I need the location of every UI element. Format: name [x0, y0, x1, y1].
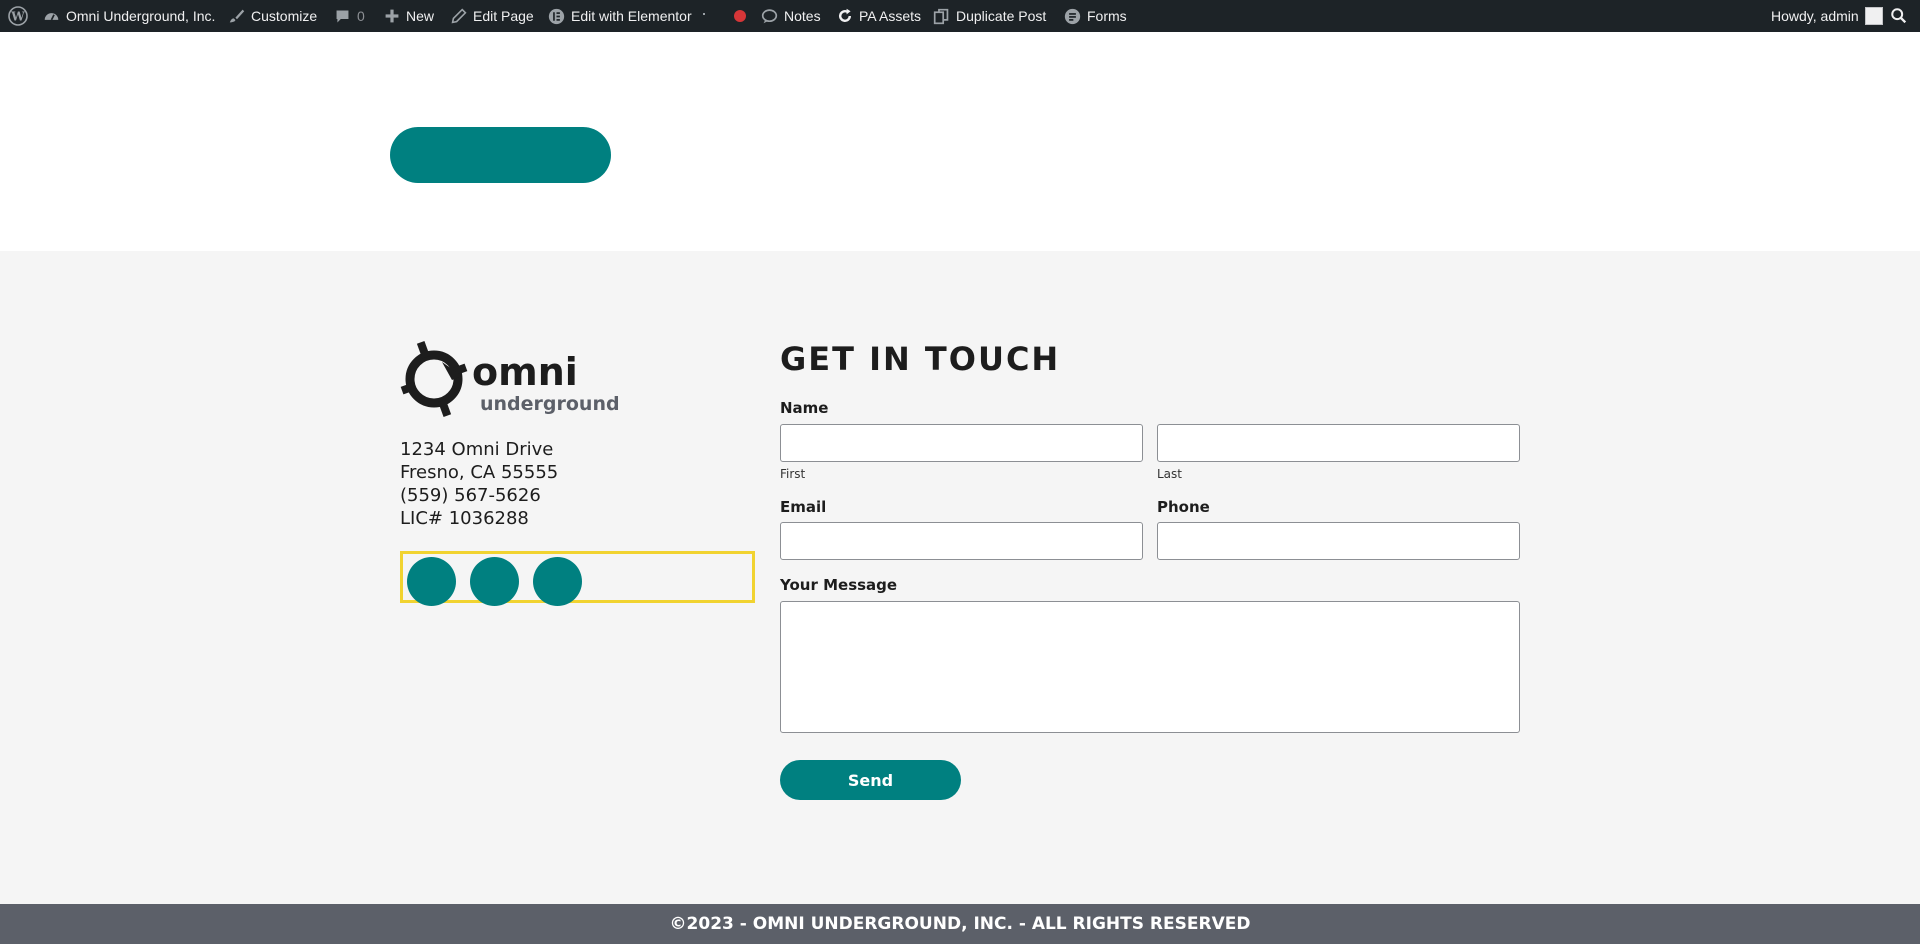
- duplicate-post-label: Duplicate Post: [956, 8, 1047, 24]
- speech-bubble-icon: [761, 8, 778, 25]
- recording-indicator-icon[interactable]: [734, 10, 746, 22]
- crosshair-mark-icon: [400, 340, 468, 418]
- address-phone: (559) 567-5626: [400, 485, 541, 506]
- omni-underground-logo[interactable]: omni underground: [400, 340, 622, 420]
- dashboard-icon: [43, 8, 60, 25]
- duplicate-post-link[interactable]: Duplicate Post: [933, 0, 1046, 32]
- forms-icon: [1064, 8, 1081, 25]
- admin-bar: W Omni Underground, Inc. Customize 0 New…: [0, 0, 1920, 32]
- new-label: New: [406, 8, 435, 24]
- social-link-3[interactable]: [533, 557, 582, 606]
- comments-menu[interactable]: 0: [334, 0, 365, 32]
- phone-field[interactable]: [1157, 522, 1520, 560]
- customize-menu[interactable]: Customize: [229, 0, 317, 32]
- paintbrush-icon: [229, 8, 245, 24]
- tick-mark-icon: [702, 0, 708, 32]
- pa-assets-label: PA Assets: [859, 8, 921, 24]
- address-city: Fresno, CA 55555: [400, 462, 559, 483]
- new-content-menu[interactable]: New: [384, 0, 434, 32]
- logo-wordmark-omni: omni: [472, 350, 578, 394]
- search-icon[interactable]: [1890, 0, 1908, 32]
- refresh-icon: [837, 8, 853, 24]
- logo-wordmark-underground: underground: [480, 393, 620, 415]
- last-name-input[interactable]: [1157, 424, 1520, 462]
- phone-label: Phone: [1157, 498, 1210, 516]
- my-account-menu[interactable]: Howdy, admin: [1771, 0, 1883, 32]
- first-name-input[interactable]: [780, 424, 1143, 462]
- site-name-menu[interactable]: Omni Underground, Inc.: [43, 0, 215, 32]
- company-address: 1234 Omni Drive Fresno, CA 55555 (559) 5…: [400, 438, 558, 530]
- avatar: [1864, 7, 1883, 25]
- copyright-bar: ©2023 - OMNI UNDERGROUND, INC. - ALL RIG…: [0, 904, 1920, 944]
- get-in-touch-heading: GET IN TOUCH: [780, 340, 1061, 378]
- forms-menu[interactable]: Forms: [1064, 0, 1127, 32]
- teal-pill-button[interactable]: [390, 127, 611, 183]
- notes-label: Notes: [784, 8, 821, 24]
- customize-label: Customize: [251, 8, 318, 24]
- svg-text:W: W: [10, 10, 25, 24]
- message-textarea[interactable]: [780, 601, 1520, 733]
- duplicate-icon: [933, 8, 950, 25]
- send-button[interactable]: Send: [780, 760, 961, 800]
- howdy-label: Howdy, admin: [1771, 8, 1859, 24]
- elementor-icon: [548, 8, 565, 25]
- edit-with-elementor-label: Edit with Elementor: [571, 8, 692, 24]
- comment-bubble-icon: [334, 8, 351, 25]
- site-name-label: Omni Underground, Inc.: [66, 8, 216, 24]
- top-content-section: [0, 32, 1920, 251]
- social-link-2[interactable]: [470, 557, 519, 606]
- comments-count: 0: [357, 8, 365, 24]
- pencil-icon: [451, 8, 467, 24]
- email-label: Email: [780, 498, 827, 516]
- plus-icon: [384, 8, 400, 24]
- forms-label: Forms: [1087, 8, 1127, 24]
- edit-page-link[interactable]: Edit Page: [451, 0, 534, 32]
- social-link-1[interactable]: [407, 557, 456, 606]
- email-field[interactable]: [780, 522, 1143, 560]
- copyright-text: ©2023 - OMNI UNDERGROUND, INC. - ALL RIG…: [669, 914, 1251, 934]
- edit-page-label: Edit Page: [473, 8, 534, 24]
- address-license: LIC# 1036288: [400, 508, 529, 529]
- address-street: 1234 Omni Drive: [400, 439, 554, 460]
- message-label: Your Message: [780, 576, 898, 594]
- name-label: Name: [780, 399, 829, 417]
- first-sublabel: First: [780, 467, 806, 481]
- notes-menu[interactable]: Notes: [761, 0, 821, 32]
- edit-with-elementor-link[interactable]: Edit with Elementor: [548, 0, 692, 32]
- last-sublabel: Last: [1157, 467, 1182, 481]
- social-links-box: [400, 551, 755, 606]
- wordpress-logo-icon[interactable]: W: [8, 0, 28, 32]
- pa-assets-menu[interactable]: PA Assets: [837, 0, 921, 32]
